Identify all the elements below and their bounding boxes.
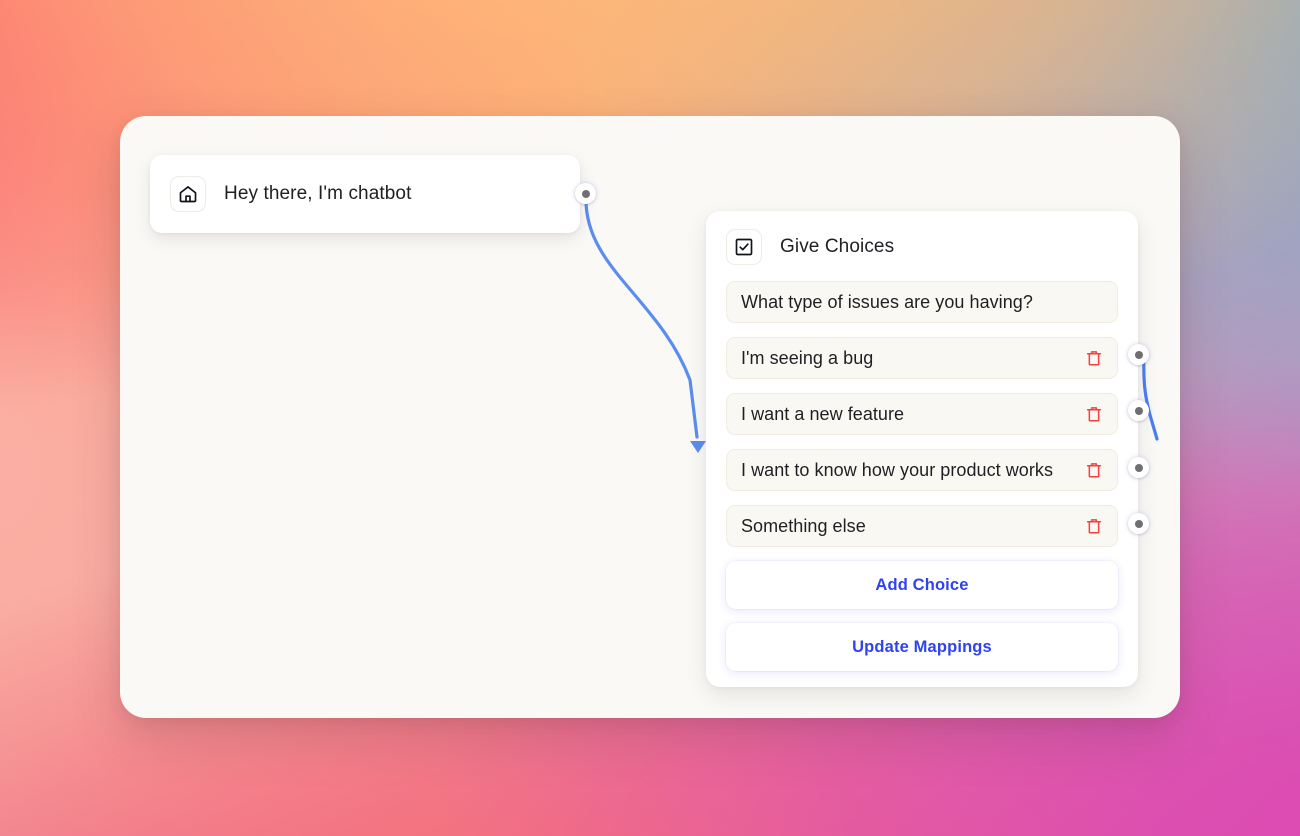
checkbox-checked-icon <box>726 229 762 265</box>
give-choices-title: Give Choices <box>780 236 895 257</box>
prompt-field[interactable]: What type of issues are you having? <box>726 281 1118 323</box>
trash-icon <box>1086 463 1102 478</box>
choice-field-value: I want to know how your product works <box>741 459 1053 480</box>
give-choices-header: Give Choices <box>726 229 1118 265</box>
give-choices-node[interactable]: Give Choices What type of issues are you… <box>706 211 1149 687</box>
start-node[interactable]: Hey there, I'm chatbot <box>150 155 596 233</box>
delete-choice-button[interactable] <box>1083 347 1105 369</box>
choice-field-value: I want a new feature <box>741 403 905 424</box>
choice-field[interactable]: I'm seeing a bug <box>726 337 1118 379</box>
update-mappings-button[interactable]: Update Mappings <box>726 623 1118 671</box>
prompt-field-value: What type of issues are you having? <box>741 291 1033 312</box>
delete-choice-button[interactable] <box>1083 403 1105 425</box>
delete-choice-button[interactable] <box>1083 515 1105 537</box>
choice-field-value: Something else <box>741 515 866 536</box>
choice-handle-1[interactable] <box>1128 344 1149 365</box>
trash-icon <box>1086 519 1102 534</box>
trash-icon <box>1086 351 1102 366</box>
home-icon <box>170 176 206 212</box>
start-node-source-handle[interactable] <box>575 183 596 204</box>
choice-handle-3[interactable] <box>1128 457 1149 478</box>
choice-field[interactable]: I want a new feature <box>726 393 1118 435</box>
choice-field[interactable]: I want to know how your product works <box>726 449 1118 491</box>
choice-field-value: I'm seeing a bug <box>741 347 874 368</box>
choice-field[interactable]: Something else <box>726 505 1118 547</box>
delete-choice-button[interactable] <box>1083 459 1105 481</box>
trash-icon <box>1086 407 1102 422</box>
start-node-title: Hey there, I'm chatbot <box>224 183 412 204</box>
choice-handle-4[interactable] <box>1128 513 1149 534</box>
choice-handle-2[interactable] <box>1128 400 1149 421</box>
add-choice-button[interactable]: Add Choice <box>726 561 1118 609</box>
